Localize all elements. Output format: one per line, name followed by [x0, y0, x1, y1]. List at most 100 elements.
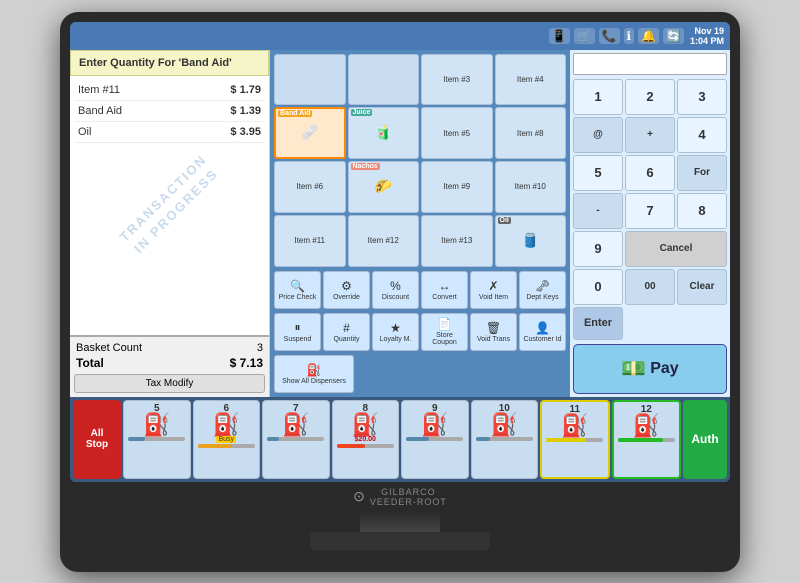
customer-id-icon: 👤: [535, 321, 550, 335]
numpad-grid: 1 2 3 @ + 4 5 6 For - 7 8 9 Cancel 0 00: [573, 79, 727, 340]
cancel-button[interactable]: Cancel: [625, 231, 727, 267]
monitor-bezel: ⊙ GILBARCO VEEDER-ROOT: [70, 482, 730, 512]
convert-button[interactable]: ↔ Convert: [421, 271, 468, 309]
num-0-button[interactable]: 0: [573, 269, 623, 305]
disp11-icon: ⛽: [561, 415, 588, 437]
quantity-button[interactable]: # Quantity: [323, 313, 370, 351]
action-bar-2: ⏸ Suspend # Quantity ★ Loyalty M. 📄 Stor…: [272, 311, 568, 353]
pay-button[interactable]: 💵 Pay: [573, 344, 727, 394]
product-cell-item4[interactable]: Item #4: [495, 54, 567, 106]
product-cell-juice[interactable]: Juice 🧃: [348, 107, 420, 159]
stand-base: [310, 532, 490, 550]
customer-id-button[interactable]: 👤 Customer Id: [519, 313, 566, 351]
num-3-button[interactable]: 3: [677, 79, 727, 115]
disp8-icon: ⛽: [352, 414, 379, 436]
dispenser-12[interactable]: 12 ⛽: [612, 400, 682, 479]
convert-icon: ↔: [439, 279, 451, 293]
nachos-badge: Nachos: [351, 163, 380, 170]
suspend-icon: ⏸: [294, 320, 300, 335]
dispenser-8[interactable]: 8 ⛽ $20.00: [332, 400, 400, 479]
phone2-icon: 📞: [599, 28, 620, 44]
num-7-button[interactable]: 7: [625, 193, 675, 229]
clear-button[interactable]: Clear: [677, 269, 727, 305]
disp10-progress: [476, 437, 533, 441]
disp9-progress: [406, 437, 463, 441]
item-price-3: $ 3.95: [230, 126, 261, 138]
void-trans-button[interactable]: 🗑 Void Trans: [470, 313, 517, 351]
num-9-button[interactable]: 9: [573, 231, 623, 267]
juice-badge: Juice: [351, 109, 373, 116]
disp5-icon: ⛽: [143, 414, 170, 436]
quantity-icon: #: [343, 321, 350, 335]
num-8-button[interactable]: 8: [677, 193, 727, 229]
num-2-button[interactable]: 2: [625, 79, 675, 115]
pay-icon: 💵: [621, 356, 646, 381]
auth-button[interactable]: Auth: [683, 400, 727, 479]
num-6-button[interactable]: 6: [625, 155, 675, 191]
product-cell-item12[interactable]: Item #12: [348, 215, 420, 267]
disp11-progress: [546, 438, 603, 442]
center-panel: Item #3 Item #4 Band Aid 🩹 Juice 🧃 Item …: [270, 50, 570, 397]
disp12-progress: [618, 438, 675, 442]
product-cell-nachos[interactable]: Nachos 🌮: [348, 161, 420, 213]
loyalty-button[interactable]: ★ Loyalty M.: [372, 313, 419, 351]
dispenser-9[interactable]: 9 ⛽: [401, 400, 469, 479]
main-content: Enter Quantity For 'Band Aid' Item #11 $…: [70, 50, 730, 397]
product-cell-item8[interactable]: Item #8: [495, 107, 567, 159]
dispenser-11[interactable]: 11 ⛽: [540, 400, 610, 479]
show-all-dispensers-button[interactable]: ⛽ Show All Dispensers: [274, 355, 354, 393]
num-4-button[interactable]: 4: [677, 117, 727, 153]
item-row-3: Oil $ 3.95: [74, 122, 265, 143]
disp7-icon: ⛽: [282, 414, 309, 436]
product-cell-bandaid[interactable]: Band Aid 🩹: [274, 107, 346, 159]
bandaid-img: 🩹: [301, 124, 318, 141]
minus-button[interactable]: -: [573, 193, 623, 229]
discount-button[interactable]: % Discount: [372, 271, 419, 309]
qty-header: Enter Quantity For 'Band Aid': [70, 50, 269, 76]
product-cell-item10[interactable]: Item #10: [495, 161, 567, 213]
refresh-icon: 🔄: [663, 28, 684, 44]
loyalty-icon: ★: [390, 321, 401, 335]
stand-neck: [360, 512, 440, 532]
product-cell-item11[interactable]: Item #11: [274, 215, 346, 267]
product-cell-item9[interactable]: Item #9: [421, 161, 493, 213]
left-panel: Enter Quantity For 'Band Aid' Item #11 $…: [70, 50, 270, 397]
num-5-button[interactable]: 5: [573, 155, 623, 191]
item-name-3: Oil: [78, 126, 91, 138]
price-check-button[interactable]: 🔍 Price Check: [274, 271, 321, 309]
tax-modify-button[interactable]: Tax Modify: [74, 374, 265, 393]
product-cell-empty2[interactable]: [348, 54, 420, 106]
basket-count-row: Basket Count 3: [74, 341, 265, 355]
product-cell-item5[interactable]: Item #5: [421, 107, 493, 159]
monitor: 📱 🛒 📞 ℹ 🔔 🔄 Nov 19 1:04 PM Enter Quantit…: [60, 12, 740, 572]
override-button[interactable]: ⚙ Override: [323, 271, 370, 309]
void-item-button[interactable]: ✗ Void Item: [470, 271, 517, 309]
oil-img: 🛢️: [522, 232, 539, 249]
dispenser-6[interactable]: 6 ⛽ Busy: [193, 400, 261, 479]
bandaid-badge: Band Aid: [278, 110, 312, 117]
dispenser-7[interactable]: 7 ⛽: [262, 400, 330, 479]
dispenser-10[interactable]: 10 ⛽: [471, 400, 539, 479]
product-cell-oil[interactable]: Oil 🛢️: [495, 215, 567, 267]
num-1-button[interactable]: 1: [573, 79, 623, 115]
for-button[interactable]: For: [677, 155, 727, 191]
product-cell-item13[interactable]: Item #13: [421, 215, 493, 267]
product-cell-item3[interactable]: Item #3: [421, 54, 493, 106]
status-icons: 📱 🛒 📞 ℹ 🔔 🔄: [549, 28, 684, 44]
double-zero-button[interactable]: 00: [625, 269, 675, 305]
enter-button[interactable]: Enter: [573, 307, 623, 340]
basket-total-row: Total $ 7.13: [74, 355, 265, 371]
datetime-display: Nov 19 1:04 PM: [690, 26, 724, 46]
basket-total: Basket Count 3 Total $ 7.13 Tax Modify: [70, 335, 269, 397]
product-cell-item6[interactable]: Item #6: [274, 161, 346, 213]
action-bar-1: 🔍 Price Check ⚙ Override % Discount ↔ Co…: [272, 269, 568, 311]
store-coupon-button[interactable]: 📄 Store Coupon: [421, 313, 468, 351]
dept-keys-button[interactable]: 🗝 Dept Keys: [519, 271, 566, 309]
all-stop-label: All Stop: [86, 428, 108, 450]
all-stop-button[interactable]: All Stop: [73, 400, 121, 479]
at-button[interactable]: @: [573, 117, 623, 153]
plus-button[interactable]: +: [625, 117, 675, 153]
suspend-button[interactable]: ⏸ Suspend: [274, 313, 321, 351]
dispenser-5[interactable]: 5 ⛽: [123, 400, 191, 479]
product-cell-empty1[interactable]: [274, 54, 346, 106]
